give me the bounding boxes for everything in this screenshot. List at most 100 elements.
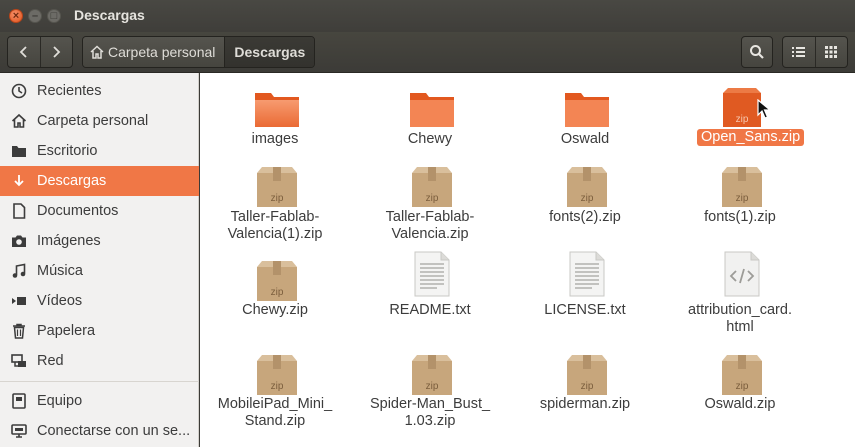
file-label: Open_Sans.zip bbox=[697, 129, 805, 146]
sidebar-item-label: Vídeos bbox=[37, 293, 83, 309]
mouse-cursor-icon bbox=[757, 99, 771, 119]
home-icon bbox=[90, 45, 104, 59]
file-label: Taller-Fablab- Valencia.zip bbox=[385, 209, 475, 242]
sidebar-item-videos[interactable]: Vídeos bbox=[0, 286, 199, 316]
file-item-zip[interactable]: zip Taller-Fablab- Valencia(1).zip bbox=[200, 165, 350, 245]
sidebar-item-conectarse[interactable]: Conectarse con un se... bbox=[0, 416, 199, 446]
maximize-icon: □ bbox=[50, 10, 58, 22]
file-item-zip[interactable]: zip Taller-Fablab- Valencia.zip bbox=[355, 165, 505, 245]
sidebar-item-red[interactable]: Red bbox=[0, 346, 199, 376]
sidebar-item-descargas[interactable]: Descargas bbox=[0, 166, 199, 196]
file-item-html[interactable]: attribution_card. html bbox=[665, 251, 815, 341]
network-icon bbox=[10, 352, 28, 370]
sidebar-item-escritorio[interactable]: Escritorio bbox=[0, 136, 199, 166]
file-label: fonts(1).zip bbox=[704, 209, 776, 225]
view-toggle bbox=[782, 36, 848, 68]
forward-button[interactable] bbox=[39, 37, 72, 67]
clock-icon bbox=[10, 82, 28, 100]
file-label: fonts(2).zip bbox=[549, 209, 621, 225]
svg-text:zip: zip bbox=[271, 193, 284, 204]
folder-icon bbox=[255, 93, 299, 127]
file-item-zip[interactable]: zip fonts(1).zip bbox=[665, 165, 815, 245]
maximize-window-button[interactable]: □ bbox=[47, 9, 61, 23]
file-item-folder[interactable]: Chewy bbox=[355, 87, 505, 157]
sidebar-item-documentos[interactable]: Documentos bbox=[0, 196, 199, 226]
document-icon bbox=[10, 202, 28, 220]
back-button[interactable] bbox=[8, 37, 40, 67]
zip-archive-icon: zip bbox=[567, 167, 607, 207]
svg-text:zip: zip bbox=[736, 114, 749, 125]
folder-icon bbox=[565, 93, 609, 127]
list-view-icon bbox=[791, 47, 805, 57]
file-item-zip[interactable]: zip Spider-Man_Bust_ 1.03.zip bbox=[355, 353, 505, 433]
chevron-right-icon bbox=[53, 46, 61, 58]
text-file-icon bbox=[569, 251, 605, 297]
list-view-button[interactable] bbox=[783, 37, 815, 67]
file-label: images bbox=[251, 131, 299, 147]
grid-view-button[interactable] bbox=[814, 37, 847, 67]
music-icon bbox=[10, 262, 28, 280]
breadcrumb-current[interactable]: Descargas bbox=[224, 37, 315, 67]
svg-text:zip: zip bbox=[581, 193, 594, 204]
zip-archive-icon: zip bbox=[567, 355, 607, 395]
breadcrumb-home-label: Carpeta personal bbox=[108, 44, 216, 60]
file-item-folder[interactable]: images bbox=[200, 87, 350, 157]
file-label: Oswald.zip bbox=[704, 396, 776, 412]
sidebar-item-equipo[interactable]: Equipo bbox=[0, 386, 199, 416]
search-icon bbox=[750, 45, 764, 59]
folder-icon bbox=[410, 93, 454, 127]
file-item-zip[interactable]: zip fonts(2).zip bbox=[510, 165, 660, 245]
sidebar-item-label: Descargas bbox=[37, 173, 107, 189]
svg-text:zip: zip bbox=[426, 193, 439, 204]
file-item-zip[interactable]: zip Chewy.zip bbox=[200, 259, 350, 339]
grid-view-icon bbox=[825, 46, 838, 58]
file-item-zip-selected[interactable]: zip Open_Sans.zip bbox=[665, 87, 815, 157]
file-item-folder[interactable]: Oswald bbox=[510, 87, 660, 157]
sidebar-item-label: Papelera bbox=[37, 323, 96, 339]
breadcrumb-home[interactable]: Carpeta personal bbox=[83, 37, 225, 67]
file-item-zip[interactable]: zip spiderman.zip bbox=[510, 353, 660, 433]
sidebar-item-label: Escritorio bbox=[37, 143, 98, 159]
sidebar: Recientes Carpeta personal Escritorio De… bbox=[0, 73, 199, 447]
sidebar-item-label: Música bbox=[37, 263, 83, 279]
video-icon bbox=[10, 292, 28, 310]
server-icon bbox=[10, 422, 28, 440]
chevron-left-icon bbox=[19, 46, 27, 58]
file-item-zip[interactable]: zip Oswald.zip bbox=[665, 353, 815, 433]
sidebar-item-label: Conectarse con un se... bbox=[37, 423, 191, 439]
zip-archive-icon: zip bbox=[257, 167, 297, 207]
sidebar-item-papelera[interactable]: Papelera bbox=[0, 316, 199, 346]
sidebar-item-label: Imágenes bbox=[37, 233, 101, 249]
sidebar-item-imagenes[interactable]: Imágenes bbox=[0, 226, 199, 256]
file-label: README.txt bbox=[389, 302, 471, 318]
search-button[interactable] bbox=[741, 36, 773, 68]
zip-archive-icon: zip bbox=[412, 355, 452, 395]
sidebar-item-label: Equipo bbox=[37, 393, 83, 409]
file-label: attribution_card. html bbox=[688, 302, 792, 335]
file-label: Oswald bbox=[560, 131, 610, 147]
file-label: Spider-Man_Bust_ 1.03.zip bbox=[369, 396, 491, 429]
zip-archive-icon: zip bbox=[257, 261, 297, 301]
breadcrumb: Carpeta personal Descargas bbox=[82, 36, 316, 68]
sidebar-divider bbox=[0, 381, 199, 382]
sidebar-item-musica[interactable]: Música bbox=[0, 256, 199, 286]
camera-icon bbox=[10, 232, 28, 250]
computer-icon bbox=[10, 392, 28, 410]
zip-archive-icon: zip bbox=[722, 355, 762, 395]
sidebar-item-carpeta-personal[interactable]: Carpeta personal bbox=[0, 106, 199, 136]
sidebar-item-label: Carpeta personal bbox=[37, 113, 149, 129]
sidebar-item-label: Documentos bbox=[37, 203, 119, 219]
sidebar-item-label: Recientes bbox=[37, 83, 102, 99]
trash-icon bbox=[10, 322, 28, 340]
svg-text:zip: zip bbox=[426, 381, 439, 392]
sidebar-item-recientes[interactable]: Recientes bbox=[0, 76, 199, 106]
svg-text:zip: zip bbox=[581, 381, 594, 392]
minimize-window-button[interactable]: – bbox=[28, 9, 42, 23]
file-label: Chewy bbox=[407, 131, 453, 147]
file-item-text[interactable]: LICENSE.txt bbox=[510, 251, 660, 331]
file-item-text[interactable]: README.txt bbox=[355, 251, 505, 331]
zip-archive-icon: zip bbox=[257, 355, 297, 395]
file-item-zip[interactable]: zip MobileiPad_Mini_ Stand.zip bbox=[200, 353, 350, 433]
svg-text:zip: zip bbox=[736, 381, 749, 392]
close-window-button[interactable]: × bbox=[9, 9, 23, 23]
